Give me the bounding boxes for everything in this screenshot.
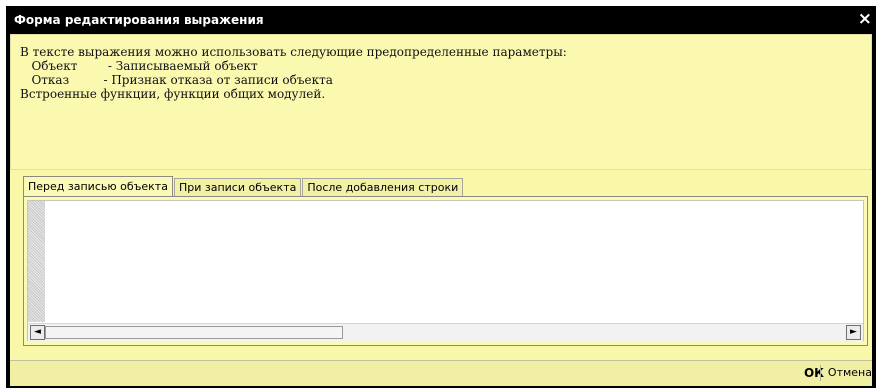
hint-line: Объект - Записываемый объект xyxy=(20,59,258,73)
window-title: Форма редактирования выражения xyxy=(14,13,264,27)
scroll-right-icon[interactable]: ► xyxy=(846,325,861,340)
tab-strip: Перед записью объекта При записи объекта… xyxy=(23,176,464,196)
tab-on-write[interactable]: При записи объекта xyxy=(173,178,302,196)
code-editor: ◄ ► xyxy=(27,200,864,341)
cancel-button[interactable]: Отмена xyxy=(828,366,872,379)
editor-dialog-window: Форма редактирования выражения × В текст… xyxy=(6,6,876,388)
tab-after-add-row[interactable]: После добавления строки xyxy=(302,178,464,196)
tab-panel: ◄ ► xyxy=(23,196,868,346)
editor-gutter xyxy=(28,201,45,322)
hint-line: В тексте выражения можно использовать сл… xyxy=(20,45,567,59)
tab-before-write[interactable]: Перед записью объекта xyxy=(23,176,173,196)
hint-line: Отказ - Признак отказа от записи объекта xyxy=(20,73,333,87)
title-bar[interactable]: Форма редактирования выражения × xyxy=(6,6,876,34)
hint-panel: В тексте выражения можно использовать сл… xyxy=(10,34,872,170)
hint-line: Встроенные функции, функции общих модуле… xyxy=(20,87,326,101)
close-icon[interactable]: × xyxy=(858,9,872,29)
code-editor-input[interactable] xyxy=(45,201,863,322)
dialog-footer: ОК Отмена xyxy=(10,360,872,386)
dialog-body: В тексте выражения можно использовать сл… xyxy=(10,34,872,386)
scroll-left-icon[interactable]: ◄ xyxy=(30,325,45,340)
button-divider xyxy=(820,365,821,381)
scrollbar-thumb[interactable] xyxy=(45,326,343,339)
horizontal-scrollbar[interactable]: ◄ ► xyxy=(28,323,863,341)
